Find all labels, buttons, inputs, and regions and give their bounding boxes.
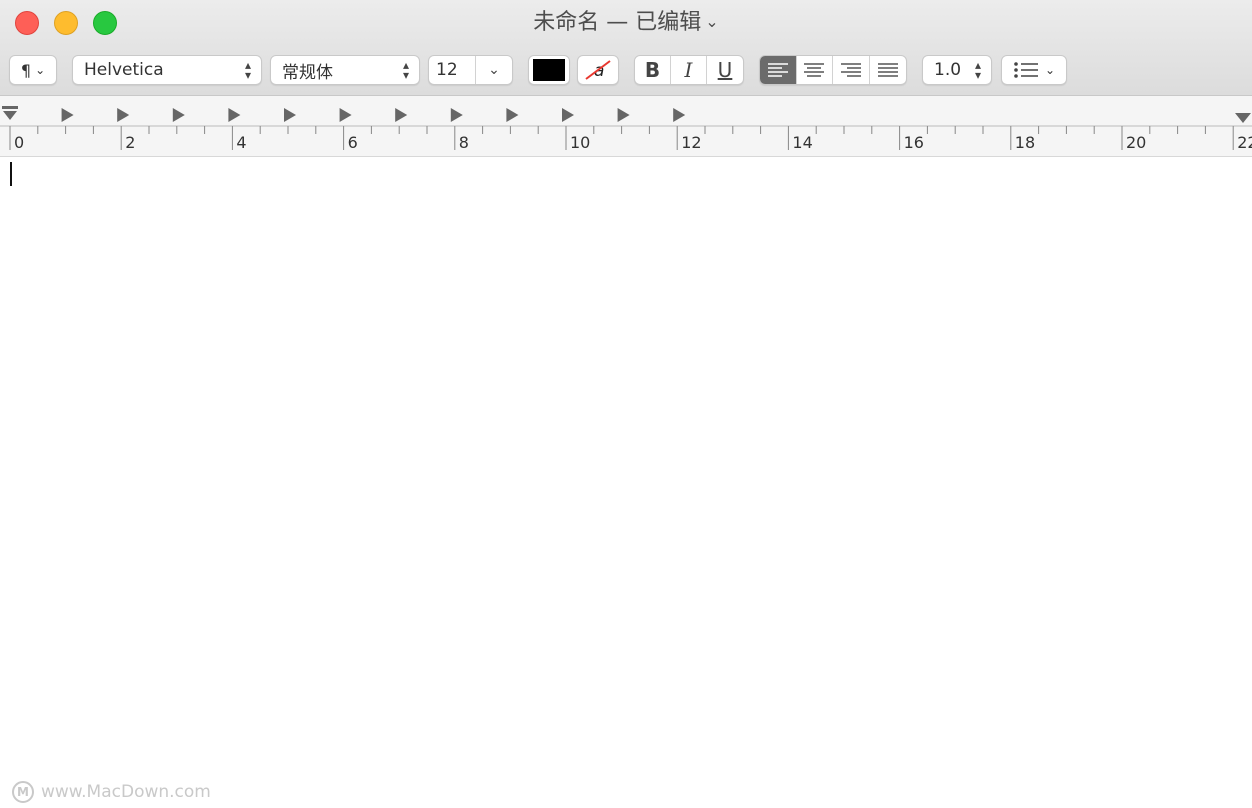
tab-stop-marker [617,108,630,122]
document-text-area[interactable] [0,158,1252,808]
tab-stop-marker [117,108,130,122]
line-spacing-select[interactable]: 1.0 ▴ ▾ [922,55,992,85]
watermark-text: www.MacDown.com [41,782,211,802]
tab-stop-marker [339,108,352,122]
chevron-down-icon: ⌄ [1044,63,1056,77]
align-center-button[interactable] [797,56,833,84]
align-left-button[interactable] [760,56,797,84]
tab-stop-marker [506,108,519,122]
ruler-label: 8 [458,133,469,152]
align-justify-icon [877,63,898,77]
tab-stop-marker [61,108,74,122]
font-family-select[interactable]: Helvetica ▴ ▾ [72,55,262,85]
window-chrome: 未命名 — 已编辑 ⌄ ¶ ⌄ Helvetica ▴ ▾ 常规体 ▴ ▾ 12 ⌄ … [0,0,1252,96]
ruler-label: 4 [236,133,247,152]
no-background-color-icon: a [585,60,611,81]
font-size-combo[interactable]: 12 ⌄ [428,55,513,85]
ruler-label: 14 [792,133,813,152]
ruler-label: 6 [347,133,358,152]
chevron-down-icon: ⌄ [35,63,46,77]
window-title[interactable]: 未命名 — 已编辑 ⌄ [0,8,1252,39]
text-color-well[interactable] [528,55,570,85]
list-style-button[interactable]: ⌄ [1001,55,1067,85]
chevron-down-icon[interactable]: ⌄ [476,63,512,77]
ruler-label: 2 [125,133,136,152]
align-right-button[interactable] [833,56,870,84]
line-spacing-value: 1.0 [934,60,962,80]
ruler-label: 18 [1014,133,1036,152]
window-title-text: 未命名 — 已编辑 [533,10,702,35]
tab-stop-marker [450,108,463,122]
font-family-value: Helvetica [84,60,164,80]
font-size-value[interactable]: 12 [429,60,475,80]
font-style-value: 常规体 [282,62,333,83]
stepper-arrows-icon: ▴ ▾ [244,58,252,82]
paragraph-styles-button[interactable]: ¶ ⌄ [9,55,57,85]
ruler-label: 12 [681,133,702,152]
watermark: M www.MacDown.com [12,778,211,806]
ruler-label: 16 [903,133,924,152]
chevron-down-icon: ⌄ [705,12,719,31]
right-indent-marker [1235,113,1251,123]
align-justify-button[interactable] [870,56,906,84]
tab-stop-marker [284,108,296,122]
ruler-ticks [0,106,1252,150]
text-style-segmented-control: B I U [634,55,744,85]
ruler-label: 0 [14,133,25,152]
ruler-label: 20 [1126,133,1147,152]
tab-stop-marker [673,108,686,122]
tab-stop-marker [395,108,408,122]
stepper-arrows-icon: ▴ ▾ [974,58,982,82]
tab-stop-marker [228,108,241,122]
align-left-icon [767,63,788,77]
text-color-swatch [533,59,565,81]
left-indent-marker [2,106,18,120]
align-center-icon [804,63,825,77]
alignment-segmented-control [759,55,907,85]
paragraph-icon: ¶ [20,60,32,80]
tab-stop-marker [172,108,185,122]
list-bullets-icon [1014,62,1038,78]
tab-stop-marker [562,108,574,122]
ruler-label: 22 [1237,133,1252,152]
text-caret [10,162,12,186]
ruler-label: 10 [570,133,591,152]
background-color-well[interactable]: a [577,55,619,85]
italic-button[interactable]: I [671,56,707,84]
macdown-logo-icon: M [12,781,34,803]
bold-button[interactable]: B [635,56,671,84]
font-style-select[interactable]: 常规体 ▴ ▾ [270,55,420,85]
underline-button[interactable]: U [707,56,743,84]
stepper-arrows-icon: ▴ ▾ [402,58,410,82]
align-right-icon [840,63,861,77]
ruler[interactable]: 0 2 4 6 8 10 12 14 16 18 20 22 [0,96,1252,157]
